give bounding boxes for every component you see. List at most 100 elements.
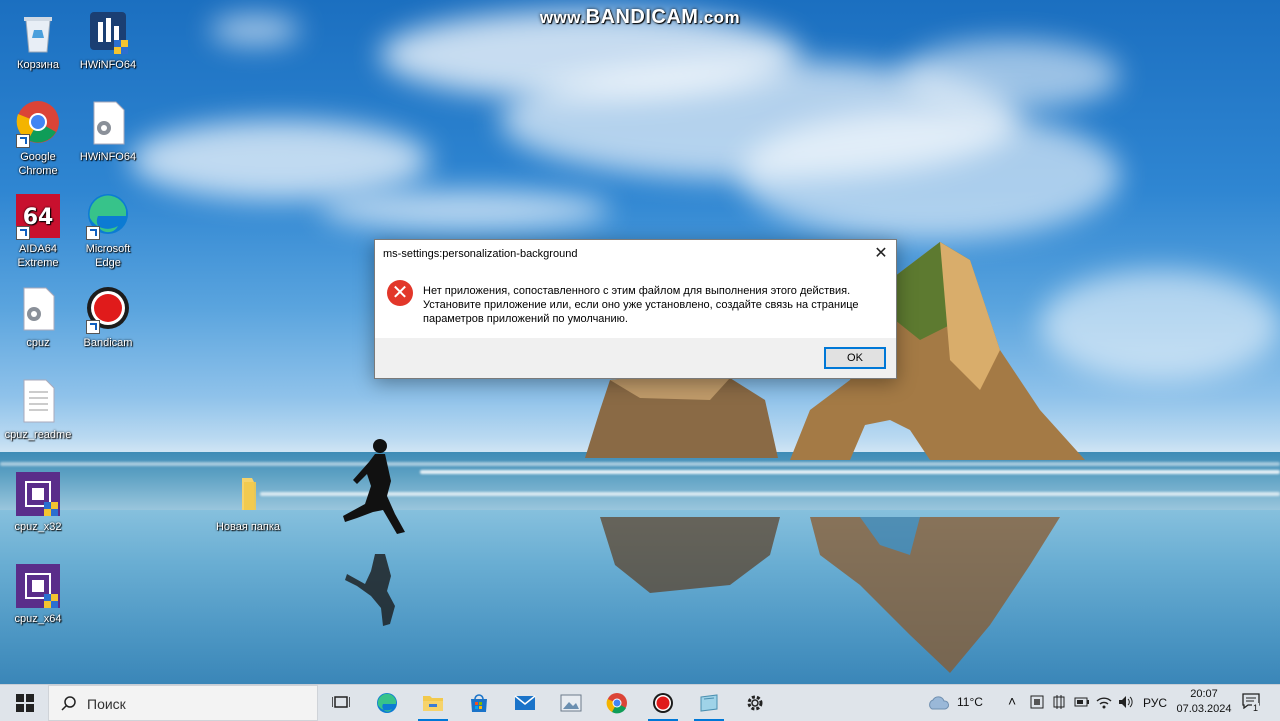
folder-icon [224, 470, 272, 518]
ok-button[interactable]: OK [824, 347, 886, 369]
battery-icon[interactable] [1074, 696, 1090, 708]
wallpaper-reflection [810, 517, 1060, 673]
taskbar-chrome-button[interactable] [594, 685, 640, 721]
taskbar-settings-button[interactable] [732, 685, 778, 721]
photos-icon [560, 694, 582, 712]
desktop-icon-label: AIDA64 Extreme [17, 243, 59, 269]
edge-icon [377, 693, 397, 713]
notification-center-button[interactable]: 1 [1242, 693, 1262, 713]
wallpaper-rock-small [585, 375, 778, 458]
shortcut-arrow-icon [16, 226, 30, 240]
search-placeholder: Поиск [87, 696, 126, 712]
dialog-message: Нет приложения, сопоставленного с этим ф… [423, 284, 883, 326]
hardware-monitor-icon[interactable] [1030, 695, 1044, 709]
desktop-icon-bandicam[interactable]: Bandicam [72, 286, 144, 350]
recycle-bin-icon [14, 8, 62, 56]
task-view-button[interactable] [318, 685, 364, 721]
taskbar-explorer-button[interactable] [410, 685, 456, 721]
taskbar-photos-button[interactable] [548, 685, 594, 721]
wallpaper-cloud [740, 110, 1120, 240]
wallpaper-cloud [900, 40, 1120, 110]
desktop-icon-cpuz-x32[interactable]: cpuz_x32 [2, 470, 74, 534]
desktop-icon-new-folder[interactable]: Новая папка [212, 470, 284, 534]
dialog-message-line: параметров приложений по умолчанию. [423, 313, 628, 325]
weather-cloud-icon[interactable] [926, 695, 950, 711]
aida64-icon: 64 [14, 192, 62, 240]
wallpaper-cloud [320, 190, 610, 230]
wallpaper-wave [0, 462, 1280, 466]
wallpaper-runner [343, 439, 405, 626]
notification-count: 1 [1252, 703, 1260, 713]
shortcut-arrow-icon [86, 226, 100, 240]
bandicam-icon [84, 286, 132, 334]
taskbar-clock[interactable]: 20:07 07.03.2024 [1168, 687, 1240, 717]
desktop-icon-cpuz-readme[interactable]: cpuz_readme [2, 378, 74, 442]
mail-icon [514, 695, 536, 710]
dialog-message-line: Установите приложение или, если оно уже … [423, 299, 859, 311]
text-file-icon [14, 378, 62, 426]
desktop-icon-cpuz-x64[interactable]: cpuz_x64 [2, 562, 74, 626]
taskbar-mail-button[interactable] [502, 685, 548, 721]
dialog-message-line: Нет приложения, сопоставленного с этим ф… [423, 285, 851, 297]
cpu-monitor-icon[interactable] [1052, 695, 1066, 709]
taskbar: Поиск 11°C ˄ РУС 20:07 07.03.2024 1 [0, 684, 1280, 721]
wifi-icon[interactable] [1096, 695, 1112, 709]
desktop-icon-label: cpuz [26, 337, 50, 349]
desktop-icon-label: Microsoft Edge [85, 243, 131, 269]
desktop-icon-label: Новая папка [215, 521, 281, 533]
config-file-icon [84, 100, 132, 148]
chrome-icon [606, 693, 627, 714]
taskbar-notes-button[interactable] [686, 685, 732, 721]
config-file-icon [14, 286, 62, 334]
store-icon [471, 694, 487, 712]
desktop-icon-google-chrome[interactable]: Google Chrome [2, 100, 74, 178]
language-indicator[interactable]: РУС [1143, 696, 1167, 710]
desktop-icon-label: cpuz_readme [4, 429, 72, 441]
taskbar-store-button[interactable] [456, 685, 502, 721]
dialog-title: ms-settings:personalization-background [383, 248, 578, 260]
notes-icon [700, 694, 718, 712]
desktop-icon-label: Google Chrome [18, 151, 58, 177]
windows-logo-icon [16, 694, 34, 712]
desktop-icon-label: cpuz_x64 [14, 613, 62, 625]
desktop-icon-label: cpuz_x32 [14, 521, 62, 533]
taskbar-bandicam-button[interactable] [640, 685, 686, 721]
file-explorer-icon [423, 696, 443, 711]
desktop-icon-cpuz[interactable]: cpuz [2, 286, 74, 350]
desktop-icon-hwinfo64-config[interactable]: HWiNFO64 [72, 100, 144, 164]
cpuz-icon [14, 470, 62, 518]
start-button[interactable] [2, 685, 48, 721]
watermark-brand: BANDICAM [585, 6, 699, 28]
desktop-icon-label: HWiNFO64 [79, 59, 137, 71]
dialog-footer: OK [375, 338, 896, 378]
desktop-icon-hwinfo64[interactable]: HWiNFO64 [72, 8, 144, 72]
edge-icon [84, 192, 132, 240]
watermark-suffix: .com [698, 8, 741, 27]
hwinfo-icon [84, 8, 132, 56]
wallpaper-wave [420, 470, 1280, 474]
taskbar-search-box[interactable]: Поиск [48, 685, 318, 721]
volume-icon[interactable] [1118, 695, 1134, 709]
close-button[interactable]: ✕ [866, 240, 896, 270]
clock-time: 20:07 [1190, 688, 1218, 700]
desktop-icon-recycle-bin[interactable]: Корзина [2, 8, 74, 72]
error-icon: ✕ [387, 280, 413, 306]
wallpaper-cloud [130, 120, 430, 200]
desktop-icon-label: Bandicam [83, 337, 133, 349]
desktop-icon-label: HWiNFO64 [79, 151, 137, 163]
settings-icon [747, 695, 763, 711]
shortcut-arrow-icon [86, 320, 100, 334]
weather-temperature[interactable]: 11°C [957, 695, 983, 709]
task-view-icon [332, 696, 350, 708]
error-dialog: ms-settings:personalization-background ✕… [374, 239, 897, 379]
wallpaper-reflection [600, 517, 780, 593]
taskbar-edge-button[interactable] [364, 685, 410, 721]
bandicam-watermark: www.BANDICAM.com [0, 6, 1280, 29]
chevron-up-icon[interactable]: ˄ [1008, 693, 1016, 709]
desktop-icon-aida64-extreme[interactable]: 64 AIDA64 Extreme [2, 192, 74, 270]
bandicam-icon [653, 693, 673, 713]
desktop-icon-microsoft-edge[interactable]: Microsoft Edge [72, 192, 144, 270]
watermark-prefix: www. [539, 8, 586, 27]
clock-date: 07.03.2024 [1176, 703, 1232, 715]
search-icon [61, 696, 76, 711]
